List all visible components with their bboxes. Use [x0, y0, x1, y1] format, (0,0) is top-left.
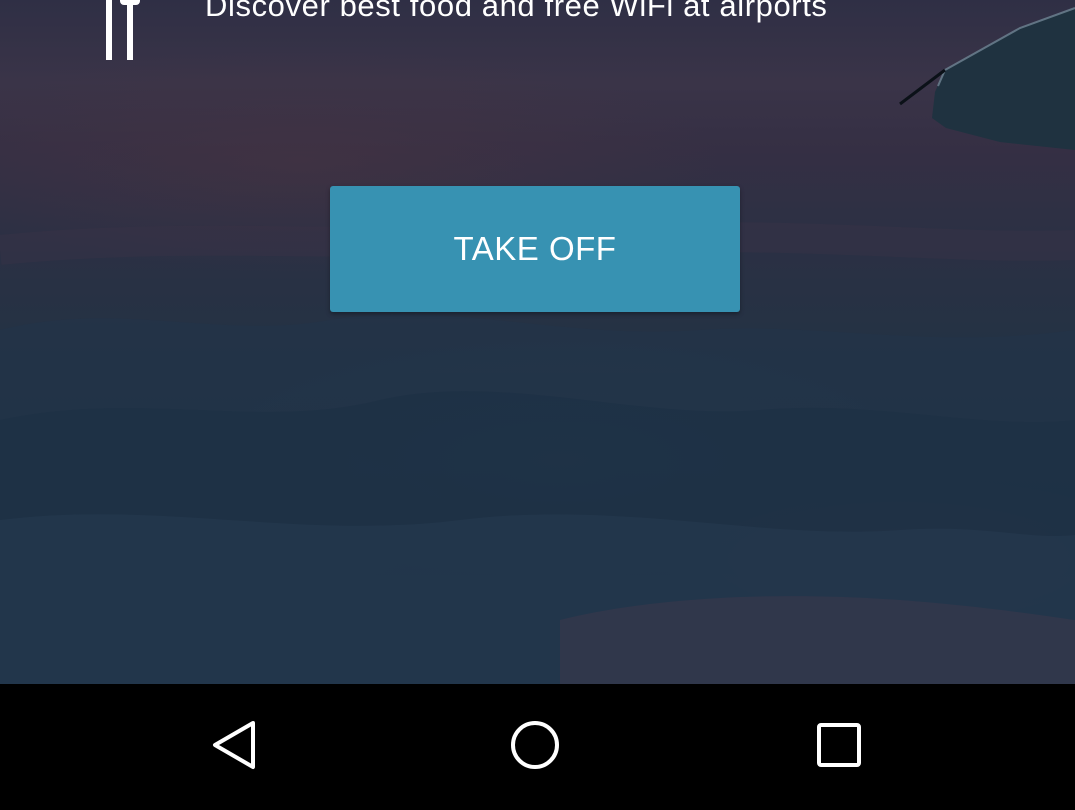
airplane-wing-image: [899, 7, 1075, 150]
home-button[interactable]: [465, 684, 605, 810]
recents-square-icon: [816, 722, 862, 773]
recents-button[interactable]: [769, 684, 909, 810]
background-aerial-photo: [0, 0, 1075, 684]
back-button[interactable]: [163, 684, 303, 810]
feature-description: Discover best food and free WiFi at airp…: [205, 0, 828, 23]
fork-knife-icon: [96, 0, 152, 60]
take-off-button[interactable]: TAKE OFF: [330, 186, 740, 312]
app-screen: Discover best food and free WiFi at airp…: [0, 0, 1075, 810]
system-navigation-bar: [0, 684, 1075, 810]
back-triangle-icon: [209, 719, 257, 776]
feature-row: Discover best food and free WiFi at airp…: [0, 0, 1075, 70]
home-circle-icon: [509, 719, 561, 776]
